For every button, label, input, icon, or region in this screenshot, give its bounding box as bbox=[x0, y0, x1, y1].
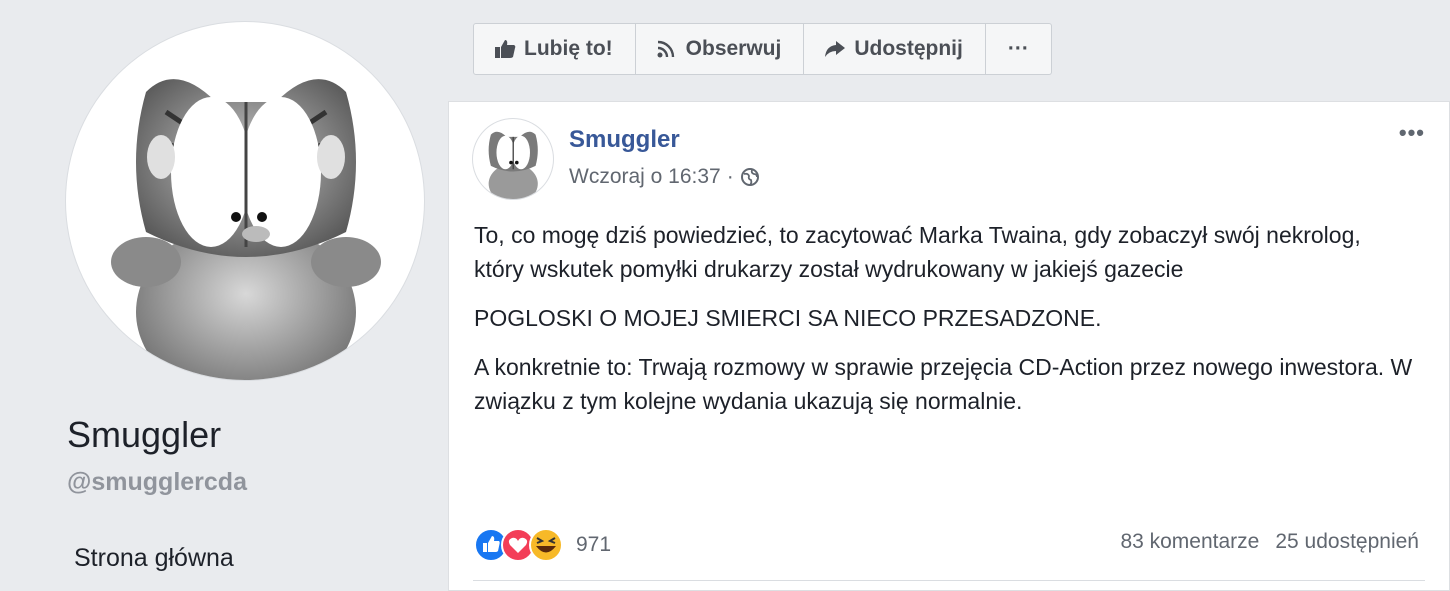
follow-button[interactable]: Obserwuj bbox=[635, 23, 805, 75]
share-arrow-icon bbox=[825, 41, 846, 57]
post-paragraph: A konkretnie to: Trwają rozmowy w sprawi… bbox=[474, 354, 1413, 414]
rss-icon bbox=[657, 40, 674, 58]
page-handle[interactable]: @smugglercda bbox=[67, 468, 247, 497]
profile-picture[interactable] bbox=[66, 22, 424, 380]
like-page-label: Lubię to! bbox=[524, 37, 613, 60]
share-page-label: Udostępnij bbox=[854, 37, 963, 60]
post-meta: Wczoraj o 16:37 · bbox=[569, 165, 760, 189]
like-page-button[interactable]: Lubię to! bbox=[473, 23, 636, 75]
page-actions: Lubię to! Obserwuj Udostępnij ··· bbox=[473, 23, 1052, 75]
reactions-summary[interactable]: 971 bbox=[474, 527, 611, 563]
post-body: To, co mogę dziś powiedzieć, to zacytowa… bbox=[474, 218, 1414, 433]
garfield-avatar-image bbox=[111, 79, 381, 380]
comments-count-link[interactable]: 83 komentarze bbox=[1120, 530, 1259, 554]
post-paragraph: To, co mogę dziś powiedzieć, to zacytowa… bbox=[474, 222, 1361, 282]
post-card: Smuggler Wczoraj o 16:37 · ••• To, co mo… bbox=[448, 101, 1450, 591]
shares-count-link[interactable]: 25 udostępnień bbox=[1275, 530, 1419, 554]
haha-reaction-icon bbox=[529, 528, 563, 562]
garfield-avatar-image bbox=[488, 131, 538, 199]
thumbs-up-icon bbox=[495, 40, 516, 58]
post-timestamp[interactable]: Wczoraj o 16:37 bbox=[569, 165, 721, 189]
post-stats: 83 komentarze 25 udostępnień bbox=[1104, 530, 1419, 554]
page-sidebar: Smuggler @smugglercda Strona główna bbox=[0, 0, 445, 586]
page-name: Smuggler bbox=[67, 414, 222, 455]
more-actions-label: ··· bbox=[1007, 37, 1029, 60]
more-actions-button[interactable]: ··· bbox=[985, 23, 1052, 75]
reaction-count: 971 bbox=[576, 533, 612, 556]
post-paragraph: POGLOSKI O MOJEJ SMIERCI SA NIECO PRZESA… bbox=[474, 305, 1102, 331]
globe-icon[interactable] bbox=[740, 167, 760, 187]
share-page-button[interactable]: Udostępnij bbox=[804, 23, 986, 75]
reaction-icons bbox=[474, 528, 563, 562]
post-divider bbox=[473, 580, 1425, 581]
follow-label: Obserwuj bbox=[685, 37, 782, 60]
meta-separator: · bbox=[726, 165, 734, 188]
post-options-button[interactable]: ••• bbox=[1399, 120, 1425, 146]
sidebar-item-home[interactable]: Strona główna bbox=[74, 544, 234, 573]
post-author-name[interactable]: Smuggler bbox=[569, 126, 680, 154]
post-author-avatar[interactable] bbox=[473, 119, 553, 199]
